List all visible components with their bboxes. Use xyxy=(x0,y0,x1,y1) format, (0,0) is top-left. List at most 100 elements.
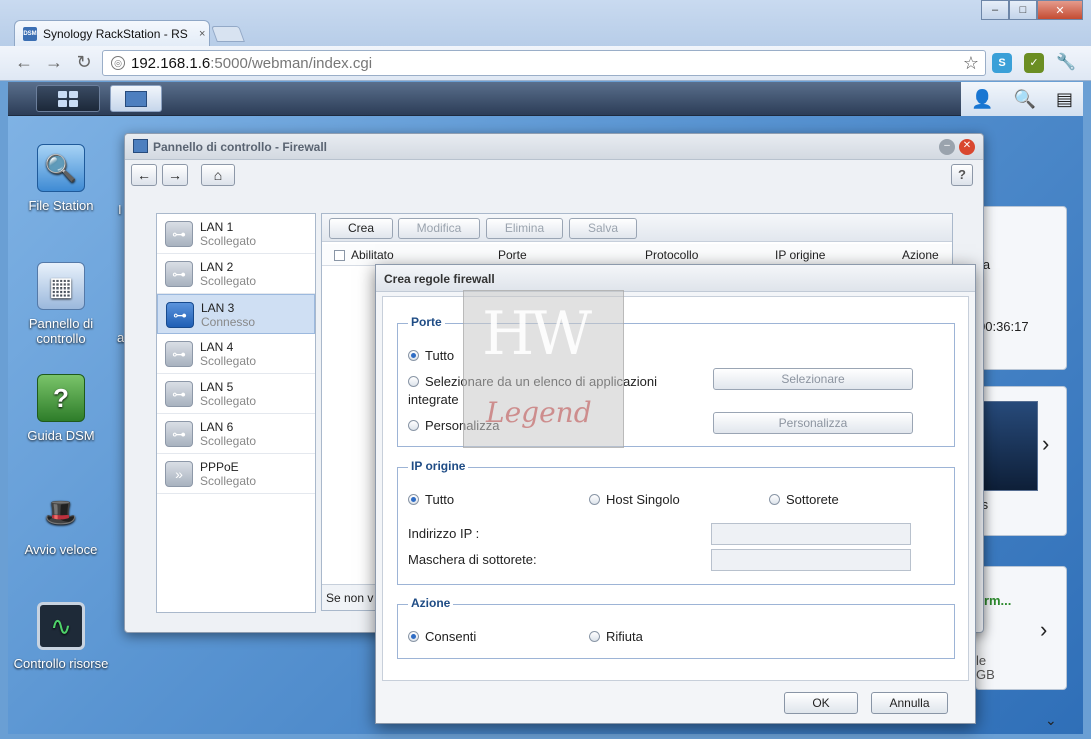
address-bar[interactable]: ◎ 192.168.1.6:5000/webman/index.cgi ☆ xyxy=(102,50,986,76)
wrench-icon[interactable]: 🔧 xyxy=(1056,53,1076,73)
action-legend: Azione xyxy=(408,596,454,610)
main-menu-button[interactable] xyxy=(36,85,100,112)
rules-table-header: Abilitato Porte Protocollo IP origine Az… xyxy=(322,244,952,266)
desktop-icon-resource-monitor[interactable]: ∿ Controllo risorse xyxy=(8,602,116,671)
extension-check-icon[interactable]: ✓ xyxy=(1024,53,1044,73)
window-titlebar[interactable]: Pannello di controllo - Firewall – ✕ xyxy=(125,134,983,160)
source-ip-fieldset: IP origine Tutto Host Singolo Sottorete … xyxy=(397,459,955,585)
source-ip-all-radio[interactable]: Tutto xyxy=(408,492,454,507)
ip-address-label: Indirizzo IP : xyxy=(408,526,480,541)
taskbar-control-panel-button[interactable] xyxy=(110,85,162,112)
nav-forward-button[interactable]: → xyxy=(162,164,188,186)
interface-status: Connesso xyxy=(201,315,256,329)
ip-address-input[interactable] xyxy=(711,523,911,545)
widget-uptime: 00:36:17 xyxy=(978,319,1029,334)
rules-toolbar: Crea Modifica Elimina Salva xyxy=(322,214,952,242)
subnet-mask-input[interactable] xyxy=(711,549,911,571)
interface-item-pppoe[interactable]: » PPPoE Scollegato xyxy=(157,454,315,494)
widget-text: le xyxy=(976,653,987,668)
maximize-button[interactable]: □ xyxy=(1009,0,1037,20)
delete-rule-button[interactable]: Elimina xyxy=(486,218,563,239)
interface-status: Scollegato xyxy=(200,234,257,248)
minimize-window-icon[interactable]: – xyxy=(939,139,955,155)
help-book-icon: ? xyxy=(37,374,85,422)
edit-rule-button[interactable]: Modifica xyxy=(398,218,480,239)
desktop-icon-label: Pannello di controllo xyxy=(28,316,94,346)
column-enabled[interactable]: Abilitato xyxy=(351,248,394,262)
cancel-button[interactable]: Annulla xyxy=(871,692,948,714)
tab-close-icon[interactable]: × xyxy=(199,28,205,40)
close-window-button[interactable]: ✕ xyxy=(1037,0,1083,20)
user-icon[interactable]: 👤 xyxy=(971,89,993,110)
forward-icon[interactable]: → xyxy=(42,52,66,73)
new-tab-button[interactable] xyxy=(211,26,245,42)
nav-home-button[interactable]: ⌂ xyxy=(201,164,235,186)
action-fieldset: Azione Consenti Rifiuta xyxy=(397,596,955,659)
reload-icon[interactable]: ↻ xyxy=(72,52,96,73)
url-host: 192.168.1.6 xyxy=(131,54,211,72)
chevron-right-icon[interactable]: › xyxy=(1040,617,1047,643)
desktop-icon-quick-start[interactable]: 🎩 Avvio veloce xyxy=(8,488,116,558)
taskbar-right-tools: 👤 🔍 ▤ xyxy=(961,82,1083,116)
pppoe-arrows-icon: » xyxy=(165,461,193,487)
column-ports[interactable]: Porte xyxy=(498,248,527,262)
action-allow-radio[interactable]: Consenti xyxy=(408,629,476,644)
column-source-ip[interactable]: IP origine xyxy=(775,248,825,262)
network-port-icon: ⊶ xyxy=(165,261,193,287)
interface-name: LAN 3 xyxy=(201,301,235,315)
radio-dot xyxy=(408,350,419,361)
interface-status: Scollegato xyxy=(200,474,257,488)
customize-ports-button[interactable]: Personalizza xyxy=(713,412,913,434)
radio-label: Consenti xyxy=(425,629,477,644)
skype-extension-icon[interactable]: S xyxy=(992,53,1012,73)
radio-dot xyxy=(589,494,600,505)
network-port-icon: ⊶ xyxy=(165,421,193,447)
enable-all-checkbox[interactable] xyxy=(334,250,345,261)
source-ip-subnet-radio[interactable]: Sottorete xyxy=(769,492,839,507)
interface-item-lan2[interactable]: ⊶ LAN 2 Scollegato xyxy=(157,254,315,294)
interface-item-lan5[interactable]: ⊶ LAN 5 Scollegato xyxy=(157,374,315,414)
grid-icon xyxy=(57,90,79,108)
column-action[interactable]: Azione xyxy=(902,248,939,262)
column-protocol[interactable]: Protocollo xyxy=(645,248,698,262)
hwlegend-watermark: HW Legend xyxy=(463,290,624,448)
desktop-icon-control-panel[interactable]: ▦ Pannello di controllo xyxy=(8,262,116,346)
partial-icon-label: I xyxy=(118,202,122,217)
interface-list: ⊶ LAN 1 Scollegato ⊶ LAN 2 Scollegato ⊶ … xyxy=(156,213,316,613)
watermark-legend-text: Legend xyxy=(486,396,592,429)
minimize-button[interactable]: – xyxy=(981,0,1009,20)
widgets-icon[interactable]: ▤ xyxy=(1056,89,1073,110)
desktop-icon-label: Avvio veloce xyxy=(24,542,98,557)
back-icon[interactable]: ← xyxy=(12,52,36,73)
desktop-icon-label: Controllo risorse xyxy=(13,656,109,671)
source-ip-single-host-radio[interactable]: Host Singolo xyxy=(589,492,680,507)
desktop-icon-label: Guida DSM xyxy=(27,428,95,443)
search-icon[interactable]: 🔍 xyxy=(1013,89,1035,110)
resource-monitor-icon: ∿ xyxy=(37,602,85,650)
close-window-icon[interactable]: ✕ xyxy=(959,139,975,155)
chevron-right-icon[interactable]: › xyxy=(1042,431,1049,457)
bookmark-star-icon[interactable]: ☆ xyxy=(963,53,979,74)
ports-all-radio[interactable]: Tutto xyxy=(408,348,454,363)
interface-item-lan3[interactable]: ⊶ LAN 3 Connesso xyxy=(157,294,315,334)
create-rule-button[interactable]: Crea xyxy=(329,218,393,239)
dialog-titlebar[interactable]: Crea regole firewall xyxy=(376,265,975,292)
subnet-mask-label: Maschera di sottorete: xyxy=(408,552,537,567)
browser-tab[interactable]: DSM Synology RackStation - RS × xyxy=(14,20,210,46)
radio-dot xyxy=(769,494,780,505)
radio-dot xyxy=(408,494,419,505)
interface-item-lan6[interactable]: ⊶ LAN 6 Scollegato xyxy=(157,414,315,454)
radio-label: Tutto xyxy=(425,348,455,363)
nav-back-button[interactable]: ← xyxy=(131,164,157,186)
interface-item-lan4[interactable]: ⊶ LAN 4 Scollegato xyxy=(157,334,315,374)
globe-icon: ◎ xyxy=(111,56,125,70)
desktop-icon-file-station[interactable]: 🔍 File Station xyxy=(8,144,116,213)
ok-button[interactable]: OK xyxy=(784,692,858,714)
action-deny-radio[interactable]: Rifiuta xyxy=(589,629,643,644)
chevron-down-icon[interactable]: ⌄ xyxy=(1045,712,1057,729)
select-apps-button[interactable]: Selezionare xyxy=(713,368,913,390)
help-button[interactable]: ? xyxy=(951,164,973,186)
desktop-icon-dsm-help[interactable]: ? Guida DSM xyxy=(8,374,116,443)
save-rules-button[interactable]: Salva xyxy=(569,218,637,239)
interface-item-lan1[interactable]: ⊶ LAN 1 Scollegato xyxy=(157,214,315,254)
